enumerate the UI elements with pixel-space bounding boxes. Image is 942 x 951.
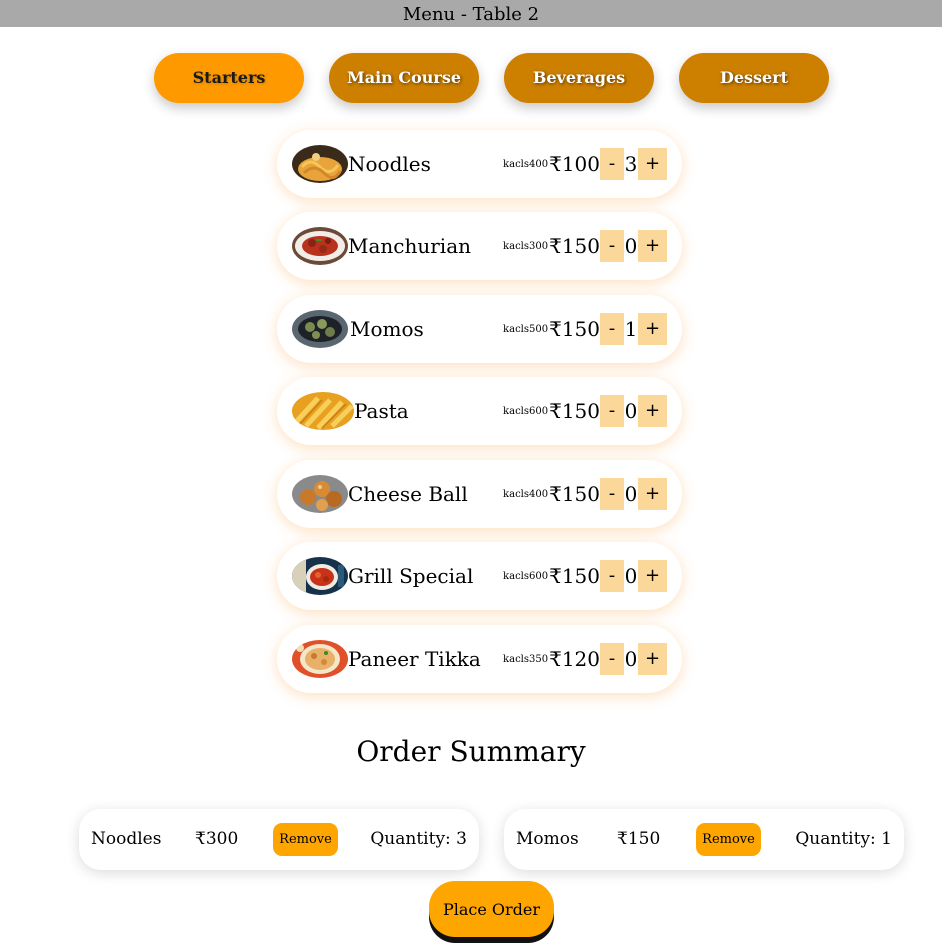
menu-item-quantity: 0 xyxy=(624,564,638,588)
menu-item-price: ₹150 xyxy=(549,482,600,506)
menu-item-quantity: 3 xyxy=(624,152,638,176)
tab-dessert[interactable]: Dessert xyxy=(679,53,829,103)
cheese-ball-photo xyxy=(292,475,348,513)
order-item-price: ₹300 xyxy=(195,829,239,849)
menu-item-price: ₹100 xyxy=(549,152,600,176)
place-order-button[interactable]: Place Order xyxy=(429,881,554,937)
menu-item-kcal: kacls600 xyxy=(503,405,549,417)
menu-item-noodles: Noodles kacls400 ₹100 - 3 + xyxy=(277,130,682,198)
increase-quantity-button[interactable]: + xyxy=(638,395,667,427)
menu-item-pasta: Pasta kacls600 ₹150 - 0 + xyxy=(277,377,682,445)
menu-item-kcal: kacls600 xyxy=(503,570,549,582)
decrease-quantity-button[interactable]: - xyxy=(600,560,624,592)
menu-item-price: ₹150 xyxy=(549,399,600,423)
menu-item-grill-special: Grill Special kacls600 ₹150 - 0 + xyxy=(277,542,682,610)
menu-item-name: Noodles xyxy=(348,152,431,176)
tab-beverages[interactable]: Beverages xyxy=(504,53,654,103)
momos-photo xyxy=(292,310,348,348)
menu-item-name: Pasta xyxy=(354,399,409,423)
decrease-quantity-button[interactable]: - xyxy=(600,478,624,510)
order-summary-item: Momos ₹150 Remove Quantity: 1 xyxy=(504,809,904,870)
menu-item-quantity: 0 xyxy=(624,482,638,506)
decrease-quantity-button[interactable]: - xyxy=(600,643,624,675)
remove-button[interactable]: Remove xyxy=(273,823,338,856)
increase-quantity-button[interactable]: + xyxy=(638,230,667,262)
menu-item-price: ₹150 xyxy=(549,564,600,588)
menu-item-quantity: 1 xyxy=(624,317,638,341)
menu-item-price: ₹120 xyxy=(549,647,600,671)
menu-item-price: ₹150 xyxy=(549,317,600,341)
menu-item-quantity: 0 xyxy=(624,399,638,423)
tab-main-course[interactable]: Main Course xyxy=(329,53,479,103)
pasta-photo xyxy=(292,392,354,430)
remove-button[interactable]: Remove xyxy=(696,823,761,856)
tab-starters[interactable]: Starters xyxy=(154,53,304,103)
order-summary-item: Noodles ₹300 Remove Quantity: 3 xyxy=(79,809,479,870)
order-summary-title: Order Summary xyxy=(356,735,586,768)
menu-item-price: ₹150 xyxy=(549,234,600,258)
grill-special-photo xyxy=(292,557,348,595)
order-item-name: Noodles xyxy=(91,829,162,849)
menu-item-kcal: kacls350 xyxy=(503,653,549,665)
menu-item-manchurian: Manchurian kacls300 ₹150 - 0 + xyxy=(277,212,682,280)
order-item-name: Momos xyxy=(516,829,579,849)
paneer-tikka-photo xyxy=(292,640,348,678)
decrease-quantity-button[interactable]: - xyxy=(600,148,624,180)
menu-item-kcal: kacls300 xyxy=(503,240,549,252)
menu-item-name: Paneer Tikka xyxy=(348,647,481,671)
noodles-photo xyxy=(292,145,348,183)
increase-quantity-button[interactable]: + xyxy=(638,313,667,345)
menu-item-kcal: kacls500 xyxy=(503,323,549,335)
order-item-quantity: Quantity: 3 xyxy=(370,829,467,849)
menu-item-kcal: kacls400 xyxy=(503,158,549,170)
menu-item-kcal: kacls400 xyxy=(503,488,549,500)
menu-item-name: Grill Special xyxy=(348,564,474,588)
decrease-quantity-button[interactable]: - xyxy=(600,230,624,262)
menu-item-name: Momos xyxy=(350,317,424,341)
order-item-quantity: Quantity: 1 xyxy=(795,829,892,849)
menu-item-quantity: 0 xyxy=(624,647,638,671)
increase-quantity-button[interactable]: + xyxy=(638,560,667,592)
increase-quantity-button[interactable]: + xyxy=(638,148,667,180)
menu-item-cheese-ball: Cheese Ball kacls400 ₹150 - 0 + xyxy=(277,460,682,528)
manchurian-photo xyxy=(292,227,348,265)
order-item-price: ₹150 xyxy=(617,829,661,849)
menu-item-name: Manchurian xyxy=(348,234,472,258)
menu-item-momos: Momos kacls500 ₹150 - 1 + xyxy=(277,295,682,363)
decrease-quantity-button[interactable]: - xyxy=(600,395,624,427)
page-header: Menu - Table 2 xyxy=(0,0,942,27)
decrease-quantity-button[interactable]: - xyxy=(600,313,624,345)
menu-item-name: Cheese Ball xyxy=(348,482,468,506)
increase-quantity-button[interactable]: + xyxy=(638,478,667,510)
increase-quantity-button[interactable]: + xyxy=(638,643,667,675)
menu-item-quantity: 0 xyxy=(624,234,638,258)
category-tabs: Starters Main Course Beverages Dessert xyxy=(0,53,942,103)
menu-item-paneer-tikka: Paneer Tikka kacls350 ₹120 - 0 + xyxy=(277,625,682,693)
